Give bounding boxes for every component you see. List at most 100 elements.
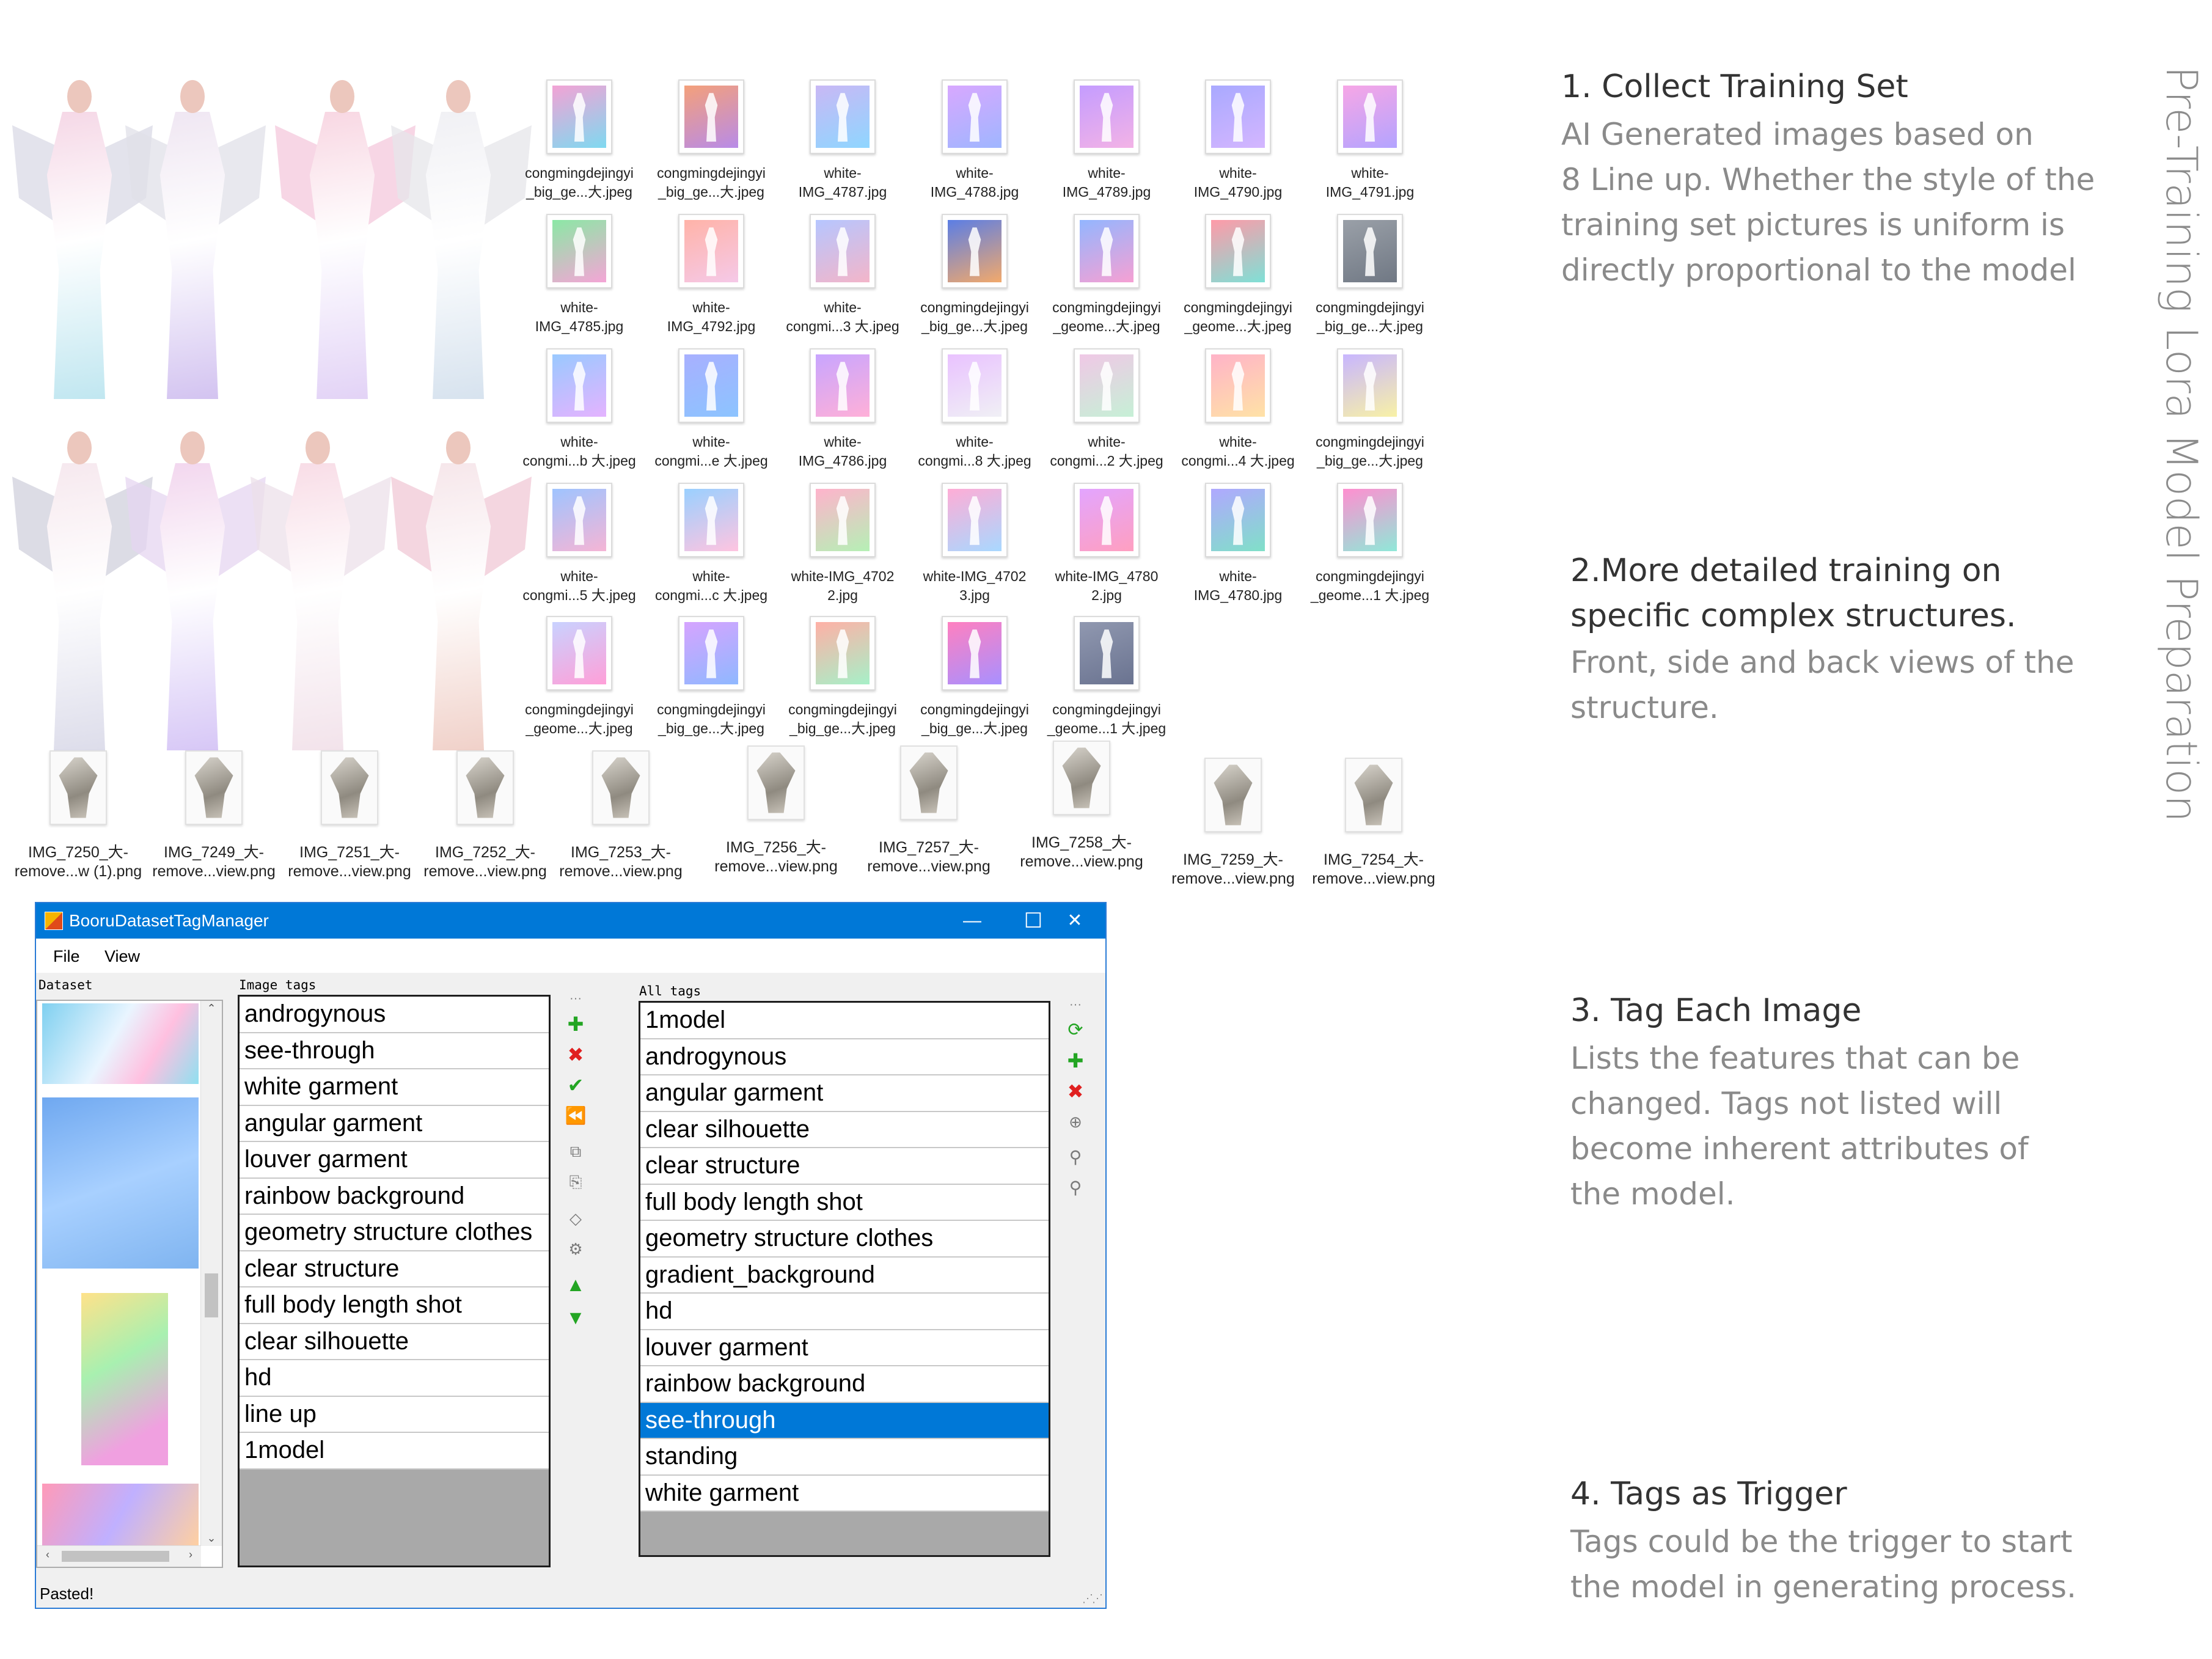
- all-tag-item[interactable]: see-through: [640, 1402, 1049, 1439]
- add-tag-icon[interactable]: ✚: [1060, 1049, 1091, 1073]
- image-tag-item[interactable]: line up: [240, 1396, 549, 1433]
- delete-tag-icon[interactable]: ✖: [1060, 1079, 1091, 1104]
- all-tag-item[interactable]: hd: [640, 1294, 1049, 1330]
- image-tag-item[interactable]: geometry structure clothes: [240, 1215, 549, 1251]
- image-tag-item[interactable]: white garment: [240, 1069, 549, 1106]
- image-tag-item[interactable]: louver garment: [240, 1142, 549, 1179]
- thumbnail-item[interactable]: white-congmi...2 大.jpeg: [1042, 348, 1171, 471]
- search-clear-icon[interactable]: ⚲: [1060, 1176, 1091, 1200]
- thumbnail-item[interactable]: congmingdejingyi _big_ge...大.jpeg: [647, 616, 775, 738]
- menu-view[interactable]: View: [104, 947, 140, 966]
- undo-icon[interactable]: ⏪: [560, 1104, 591, 1128]
- thumbnail-item[interactable]: white-congmi...e 大.jpeg: [647, 348, 775, 471]
- scroll-down-arrow-icon[interactable]: ⌄: [201, 1532, 222, 1545]
- thumbnail-item[interactable]: white- IMG_4791.jpg: [1306, 79, 1434, 202]
- image-tag-item[interactable]: angular garment: [240, 1105, 549, 1142]
- minimize-button[interactable]: —: [942, 903, 1003, 939]
- thumbnail-item[interactable]: white-IMG_4702 2.jpg: [778, 483, 907, 605]
- all-tag-item[interactable]: white garment: [640, 1475, 1049, 1512]
- structure-photo-item[interactable]: IMG_7252_大-remove...view.png: [418, 750, 552, 881]
- thumbnail-item[interactable]: white-congmi...4 大.jpeg: [1174, 348, 1302, 471]
- thumbnail-item[interactable]: white- IMG_4792.jpg: [647, 214, 775, 336]
- structure-photo-item[interactable]: IMG_7257_大-remove...view.png: [862, 745, 996, 876]
- paste-icon[interactable]: ⎘: [560, 1170, 591, 1194]
- add-to-selected-icon[interactable]: ⊕: [1060, 1110, 1091, 1134]
- eraser-icon[interactable]: ◇: [560, 1206, 591, 1231]
- thumbnail-item[interactable]: congmingdejingyi _big_ge...大.jpeg: [647, 79, 775, 202]
- all-tag-item[interactable]: angular garment: [640, 1075, 1049, 1112]
- resize-grip-icon[interactable]: ⋰⋰: [1082, 1592, 1103, 1605]
- dataset-thumbnail[interactable]: [42, 1003, 199, 1084]
- image-tag-item[interactable]: rainbow background: [240, 1178, 549, 1215]
- image-tag-item[interactable]: 1model: [240, 1433, 549, 1470]
- dataset-thumbnail[interactable]: [42, 1484, 199, 1547]
- scroll-left-arrow-icon[interactable]: ‹: [37, 1548, 58, 1561]
- move-down-icon[interactable]: ▼: [560, 1305, 591, 1330]
- thumbnail-item[interactable]: congmingdejingyi _geome...1 大.jpeg: [1042, 616, 1171, 738]
- dataset-thumbnail[interactable]: [81, 1293, 168, 1465]
- thumbnail-item[interactable]: white- IMG_4780.jpg: [1174, 483, 1302, 605]
- image-tags-list[interactable]: androgynous see-through white garment angul…: [238, 995, 551, 1567]
- structure-photo-item[interactable]: IMG_7259_大-remove...view.png: [1166, 758, 1300, 888]
- image-tag-item[interactable]: see-through: [240, 1033, 549, 1069]
- structure-photo-item[interactable]: IMG_7251_大-remove...view.png: [282, 750, 417, 881]
- thumbnail-item[interactable]: white-congmi...5 大.jpeg: [515, 483, 643, 605]
- all-tag-item[interactable]: 1model: [640, 1003, 1049, 1039]
- thumbnail-item[interactable]: white- IMG_4789.jpg: [1042, 79, 1171, 202]
- thumbnail-item[interactable]: congmingdejingyi _geome...大.jpeg: [1042, 214, 1171, 336]
- all-tag-item[interactable]: clear silhouette: [640, 1111, 1049, 1148]
- image-tag-item[interactable]: androgynous: [240, 997, 549, 1033]
- search-icon[interactable]: ⚲: [1060, 1145, 1091, 1170]
- all-tag-item[interactable]: androgynous: [640, 1039, 1049, 1075]
- structure-photo-item[interactable]: IMG_7256_大-remove...view.png: [709, 745, 843, 876]
- dataset-vertical-scrollbar[interactable]: ⌃ ⌄: [200, 1001, 222, 1546]
- all-tag-item[interactable]: rainbow background: [640, 1366, 1049, 1403]
- thumbnail-item[interactable]: congmingdejingyi _geome...大.jpeg: [1174, 214, 1302, 336]
- scroll-thumb[interactable]: [205, 1273, 218, 1317]
- all-tags-list[interactable]: 1model androgynous angular garment clear si…: [639, 1001, 1050, 1557]
- image-tag-item[interactable]: full body length shot: [240, 1287, 549, 1324]
- structure-photo-item[interactable]: IMG_7253_大-remove...view.png: [554, 750, 688, 881]
- thumbnail-item[interactable]: white- IMG_4788.jpg: [910, 79, 1039, 202]
- thumbnail-item[interactable]: white-congmi...8 大.jpeg: [910, 348, 1039, 471]
- dataset-horizontal-scrollbar[interactable]: ‹ ›: [37, 1545, 201, 1567]
- thumbnail-item[interactable]: congmingdejingyi _geome...1 大.jpeg: [1306, 483, 1434, 605]
- thumbnail-item[interactable]: white- IMG_4790.jpg: [1174, 79, 1302, 202]
- thumbnail-item[interactable]: congmingdejingyi _geome...大.jpeg: [515, 616, 643, 738]
- all-tag-item[interactable]: geometry structure clothes: [640, 1221, 1049, 1258]
- scroll-thumb[interactable]: [62, 1551, 169, 1562]
- thumbnail-item[interactable]: white-congmi...b 大.jpeg: [515, 348, 643, 471]
- all-tag-item[interactable]: gradient_background: [640, 1257, 1049, 1294]
- all-tag-item[interactable]: standing: [640, 1439, 1049, 1476]
- image-tag-item[interactable]: clear structure: [240, 1251, 549, 1287]
- thumbnail-item[interactable]: congmingdejingyi _big_ge...大.jpeg: [1306, 348, 1434, 471]
- thumbnail-item[interactable]: white- IMG_4785.jpg: [515, 214, 643, 336]
- thumbnail-item[interactable]: congmingdejingyi _big_ge...大.jpeg: [910, 214, 1039, 336]
- scroll-right-arrow-icon[interactable]: ›: [180, 1548, 201, 1561]
- image-tag-item[interactable]: clear silhouette: [240, 1324, 549, 1360]
- image-tag-item[interactable]: hd: [240, 1360, 549, 1397]
- thumbnail-item[interactable]: white- IMG_4787.jpg: [778, 79, 907, 202]
- structure-photo-item[interactable]: IMG_7254_大-remove...view.png: [1306, 758, 1441, 888]
- dataset-list[interactable]: ⌃ ⌄ ‹ ›: [36, 1000, 223, 1568]
- all-tag-item[interactable]: louver garment: [640, 1330, 1049, 1366]
- thumbnail-item[interactable]: white-congmi...c 大.jpeg: [647, 483, 775, 605]
- thumbnail-item[interactable]: congmingdejingyi _big_ge...大.jpeg: [778, 616, 907, 738]
- menu-file[interactable]: File: [53, 947, 80, 966]
- structure-photo-item[interactable]: IMG_7258_大-remove...view.png: [1014, 741, 1149, 871]
- delete-tag-icon[interactable]: ✖: [560, 1042, 591, 1067]
- thumbnail-item[interactable]: white- IMG_4786.jpg: [778, 348, 907, 471]
- add-tag-icon[interactable]: ✚: [560, 1012, 591, 1036]
- all-tag-item[interactable]: clear structure: [640, 1148, 1049, 1185]
- move-up-icon[interactable]: ▲: [560, 1272, 591, 1297]
- thumbnail-item[interactable]: congmingdejingyi _big_ge...大.jpeg: [515, 79, 643, 202]
- thumbnail-item[interactable]: white-IMG_4702 3.jpg: [910, 483, 1039, 605]
- structure-photo-item[interactable]: IMG_7249_大-remove...view.png: [147, 750, 281, 881]
- copy-icon[interactable]: ⧉: [560, 1139, 591, 1163]
- scroll-up-arrow-icon[interactable]: ⌃: [201, 1002, 222, 1015]
- structure-photo-item[interactable]: IMG_7250_大-remove...w (1).png: [11, 750, 145, 881]
- thumbnail-item[interactable]: congmingdejingyi _big_ge...大.jpeg: [910, 616, 1039, 738]
- close-button[interactable]: ✕: [1044, 903, 1105, 939]
- thumbnail-item[interactable]: white-congmi...3 大.jpeg: [778, 214, 907, 336]
- thumbnail-item[interactable]: white-IMG_4780 2.jpg: [1042, 483, 1171, 605]
